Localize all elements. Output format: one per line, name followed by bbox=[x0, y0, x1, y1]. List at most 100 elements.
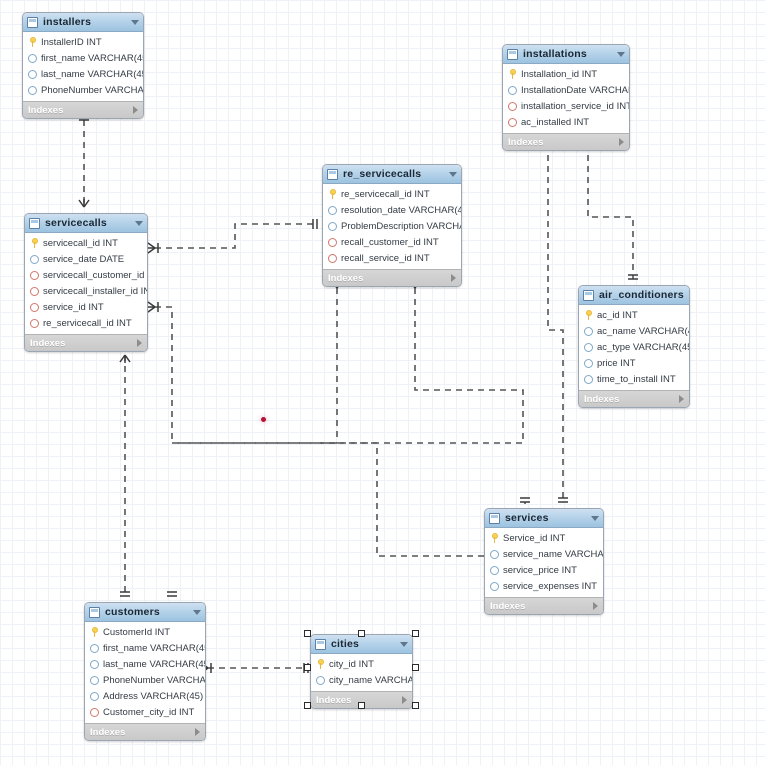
table-column[interactable]: time_to_install INT bbox=[579, 371, 689, 387]
table-column[interactable]: InstallerID INT bbox=[23, 34, 143, 50]
table-column[interactable]: service_date DATE bbox=[25, 251, 147, 267]
chevron-right-icon[interactable] bbox=[619, 138, 624, 146]
indexes-section[interactable]: Indexes bbox=[503, 133, 629, 150]
primary-key-icon bbox=[508, 69, 517, 79]
table-column[interactable]: first_name VARCHAR(45) bbox=[23, 50, 143, 66]
table-column[interactable]: servicecall_installer_id INT bbox=[25, 283, 147, 299]
chevron-down-icon[interactable] bbox=[400, 641, 408, 647]
indexes-section[interactable]: Indexes bbox=[23, 101, 143, 118]
table-column[interactable]: ProblemDescription VARCHAR(45) bbox=[323, 218, 461, 234]
table-header-installations[interactable]: installations bbox=[503, 45, 629, 64]
column-list: re_servicecall_id INT resolution_date VA… bbox=[323, 184, 461, 269]
table-box-re_servicecalls[interactable]: re_servicecalls re_servicecall_id INT re… bbox=[322, 164, 462, 287]
chevron-down-icon[interactable] bbox=[193, 609, 201, 615]
table-header-servicecalls[interactable]: servicecalls bbox=[25, 214, 147, 233]
chevron-down-icon[interactable] bbox=[591, 515, 599, 521]
table-column[interactable]: recall_service_id INT bbox=[323, 250, 461, 266]
table-column[interactable]: last_name VARCHAR(45) bbox=[23, 66, 143, 82]
chevron-right-icon[interactable] bbox=[679, 395, 684, 403]
column-label: ac_id INT bbox=[597, 309, 638, 321]
table-icon bbox=[327, 168, 338, 180]
table-column[interactable]: servicecall_customer_id INT bbox=[25, 267, 147, 283]
table-header-re_servicecalls[interactable]: re_servicecalls bbox=[323, 165, 461, 184]
indexes-section[interactable]: Indexes bbox=[485, 597, 603, 614]
table-column[interactable]: Address VARCHAR(45) bbox=[85, 688, 205, 704]
table-header-air_conditioners[interactable]: air_conditioners bbox=[579, 286, 689, 305]
chevron-right-icon[interactable] bbox=[402, 696, 407, 704]
chevron-right-icon[interactable] bbox=[133, 106, 138, 114]
chevron-right-icon[interactable] bbox=[451, 274, 456, 282]
table-column[interactable]: re_servicecall_id INT bbox=[323, 186, 461, 202]
chevron-right-icon[interactable] bbox=[195, 728, 200, 736]
chevron-down-icon[interactable] bbox=[131, 19, 139, 25]
table-column[interactable]: service_expenses INT bbox=[485, 578, 603, 594]
indexes-section[interactable]: Indexes bbox=[579, 390, 689, 407]
table-column[interactable]: servicecall_id INT bbox=[25, 235, 147, 251]
table-column[interactable]: service_id INT bbox=[25, 299, 147, 315]
table-column[interactable]: city_name VARCHAR(45) bbox=[311, 672, 412, 688]
selection-handle-e[interactable] bbox=[412, 664, 419, 671]
indexes-section[interactable]: Indexes bbox=[25, 334, 147, 351]
chevron-right-icon[interactable] bbox=[137, 339, 142, 347]
column-label: InstallerID INT bbox=[41, 36, 102, 48]
table-column[interactable]: ac_id INT bbox=[579, 307, 689, 323]
table-box-servicecalls[interactable]: servicecalls servicecall_id INT service_… bbox=[24, 213, 148, 352]
column-label: first_name VARCHAR(45) bbox=[41, 52, 144, 64]
chevron-down-icon[interactable] bbox=[449, 171, 457, 177]
indexes-section[interactable]: Indexes bbox=[323, 269, 461, 286]
chevron-down-icon[interactable] bbox=[135, 220, 143, 226]
table-box-installations[interactable]: installations Installation_id INT Instal… bbox=[502, 44, 630, 151]
selection-handle-w[interactable] bbox=[304, 664, 311, 671]
table-header-cities[interactable]: cities bbox=[311, 635, 412, 654]
selection-handle-n[interactable] bbox=[358, 630, 365, 637]
table-box-services[interactable]: services Service_id INT service_name VAR… bbox=[484, 508, 604, 615]
primary-key-icon bbox=[30, 238, 39, 248]
column-label: last_name VARCHAR(45) bbox=[41, 68, 144, 80]
table-column[interactable]: PhoneNumber VARCHAR(45) bbox=[23, 82, 143, 98]
table-column[interactable]: ac_installed INT bbox=[503, 114, 629, 130]
column-label: service_name VARCHAR(45) bbox=[503, 548, 604, 560]
table-box-customers[interactable]: customers CustomerId INT first_name VARC… bbox=[84, 602, 206, 741]
table-column[interactable]: re_servicecall_id INT bbox=[25, 315, 147, 331]
table-column[interactable]: city_id INT bbox=[311, 656, 412, 672]
table-column[interactable]: installation_service_id INT bbox=[503, 98, 629, 114]
eer-diagram-canvas[interactable]: installers InstallerID INT first_name VA… bbox=[0, 0, 765, 765]
table-title: air_conditioners bbox=[599, 289, 684, 301]
table-column[interactable]: Customer_city_id INT bbox=[85, 704, 205, 720]
table-header-services[interactable]: services bbox=[485, 509, 603, 528]
table-box-installers[interactable]: installers InstallerID INT first_name VA… bbox=[22, 12, 144, 119]
table-column[interactable]: recall_customer_id INT bbox=[323, 234, 461, 250]
table-column[interactable]: price INT bbox=[579, 355, 689, 371]
table-column[interactable]: first_name VARCHAR(45) bbox=[85, 640, 205, 656]
selection-handle-nw[interactable] bbox=[304, 630, 311, 637]
table-column[interactable]: InstallationDate VARCHAR(45) bbox=[503, 82, 629, 98]
selection-handle-s[interactable] bbox=[358, 702, 365, 709]
table-column[interactable]: Service_id INT bbox=[485, 530, 603, 546]
table-column[interactable]: resolution_date VARCHAR(45) bbox=[323, 202, 461, 218]
selection-handle-sw[interactable] bbox=[304, 702, 311, 709]
selection-handle-ne[interactable] bbox=[412, 630, 419, 637]
table-box-cities[interactable]: cities city_id INT city_name VARCHAR(45)… bbox=[310, 634, 413, 709]
column-list: Service_id INT service_name VARCHAR(45) … bbox=[485, 528, 603, 597]
table-column[interactable]: service_name VARCHAR(45) bbox=[485, 546, 603, 562]
indexes-section[interactable]: Indexes bbox=[85, 723, 205, 740]
column-label: Installation_id INT bbox=[521, 68, 598, 80]
table-column[interactable]: service_price INT bbox=[485, 562, 603, 578]
selection-handle-se[interactable] bbox=[412, 702, 419, 709]
indexes-label: Indexes bbox=[328, 272, 364, 284]
table-column[interactable]: Installation_id INT bbox=[503, 66, 629, 82]
column-label: re_servicecall_id INT bbox=[341, 188, 430, 200]
chevron-right-icon[interactable] bbox=[593, 602, 598, 610]
column-icon bbox=[584, 358, 593, 368]
foreign-key-icon bbox=[30, 318, 39, 328]
table-column[interactable]: ac_type VARCHAR(45) bbox=[579, 339, 689, 355]
table-header-installers[interactable]: installers bbox=[23, 13, 143, 32]
table-column[interactable]: last_name VARCHAR(45) bbox=[85, 656, 205, 672]
table-header-customers[interactable]: customers bbox=[85, 603, 205, 622]
table-column[interactable]: CustomerId INT bbox=[85, 624, 205, 640]
table-column[interactable]: ac_name VARCHAR(45) bbox=[579, 323, 689, 339]
table-column[interactable]: PhoneNumber VARCHAR(45) bbox=[85, 672, 205, 688]
chevron-down-icon[interactable] bbox=[617, 51, 625, 57]
table-box-air_conditioners[interactable]: air_conditioners ac_id INT ac_name VARCH… bbox=[578, 285, 690, 408]
table-title: cities bbox=[331, 638, 360, 650]
